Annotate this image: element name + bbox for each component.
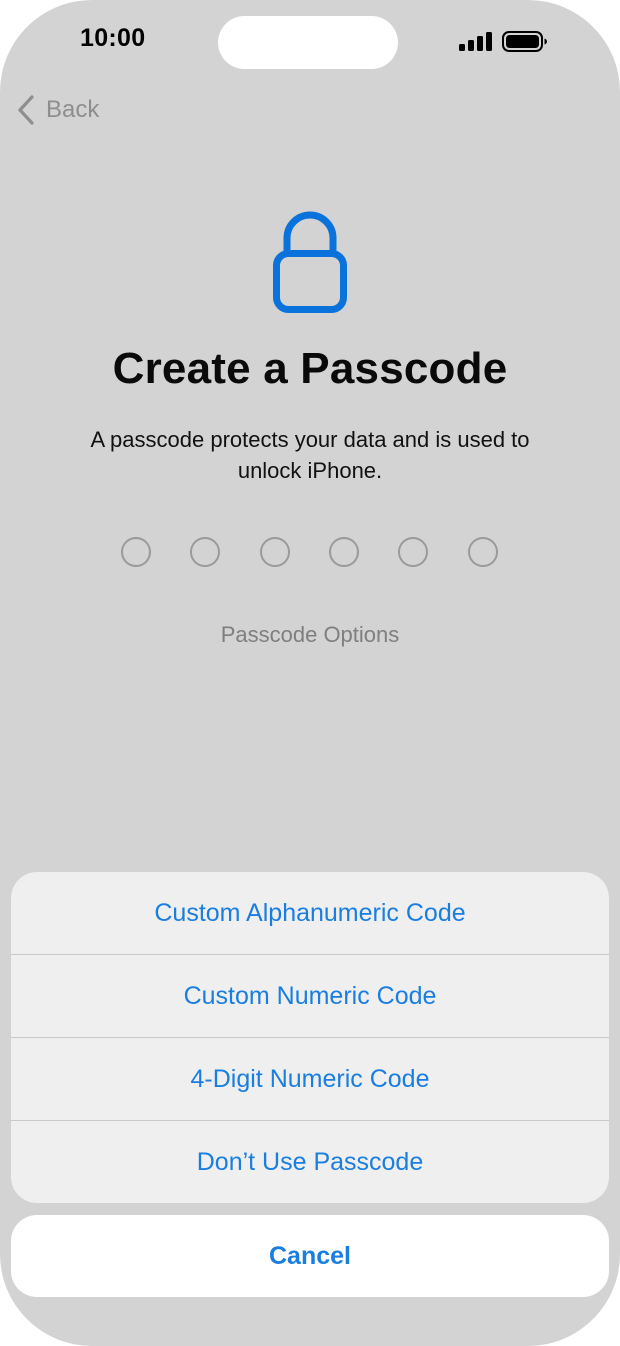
status-time: 10:00 (80, 24, 146, 52)
phone-screen: 10:00 Back Create a Passcode A passcode … (0, 0, 620, 1346)
page-title: Create a Passcode (112, 344, 508, 393)
chevron-left-icon (18, 95, 34, 125)
passcode-dot (398, 537, 428, 567)
cellular-signal-icon (459, 32, 492, 51)
passcode-options-link[interactable]: Passcode Options (0, 622, 620, 648)
passcode-dot (190, 537, 220, 567)
back-button[interactable]: Back (16, 92, 99, 128)
passcode-dot (260, 537, 290, 567)
action-custom-alphanumeric[interactable]: Custom Alphanumeric Code (11, 872, 609, 954)
passcode-dot (329, 537, 359, 567)
cancel-button[interactable]: Cancel (11, 1215, 609, 1297)
passcode-dots (121, 537, 501, 569)
back-label: Back (46, 96, 100, 123)
passcode-dot (121, 537, 151, 567)
page-subtitle: A passcode protects your data and is use… (90, 427, 530, 483)
passcode-dot (468, 537, 498, 567)
dynamic-island (218, 16, 398, 69)
action-custom-numeric[interactable]: Custom Numeric Code (11, 955, 609, 1037)
action-sheet: Custom Alphanumeric Code Custom Numeric … (11, 872, 609, 1203)
action-4-digit-numeric[interactable]: 4-Digit Numeric Code (11, 1038, 609, 1120)
battery-icon (502, 31, 547, 52)
lock-icon (273, 211, 347, 313)
action-dont-use-passcode[interactable]: Don’t Use Passcode (11, 1121, 609, 1203)
